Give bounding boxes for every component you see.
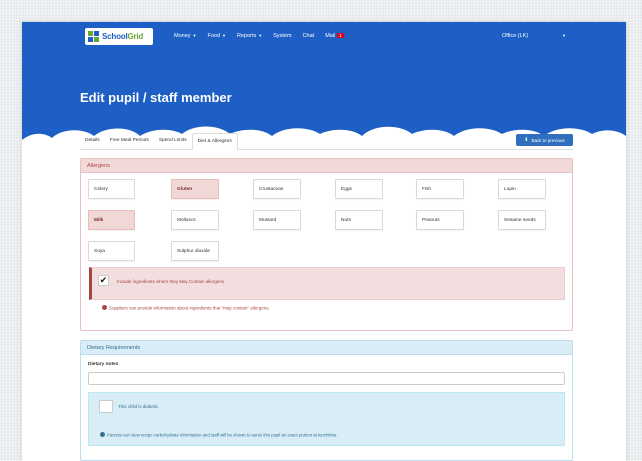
info-icon (102, 305, 107, 310)
allergen-chip-sulphur-dioxide[interactable]: Sulphur dioxide (171, 241, 219, 261)
info-icon: ⬇ (524, 137, 529, 143)
nav-system-label: System (273, 33, 292, 39)
checkmark-icon: ✔ (99, 275, 108, 285)
supplier-note: Suppliers can provide information about … (102, 305, 270, 311)
tab-spend-limits[interactable]: Spend Limits (154, 133, 192, 150)
user-menu[interactable]: Office (LK) (502, 22, 528, 50)
diabetic-info-box (88, 392, 565, 446)
user-menu-label: Office (LK) (502, 33, 529, 39)
nav-chat-label: Chat (302, 33, 315, 39)
nav-mail-label: Mail (325, 33, 336, 39)
schoolgrid-logo-icon (88, 31, 99, 42)
diabetic-label: This child is diabetic (118, 404, 159, 409)
allergen-chip-molluscs[interactable]: Molluscs (171, 210, 219, 230)
nav-chat[interactable]: Chat (303, 33, 315, 39)
tab-details[interactable]: Details (80, 133, 105, 150)
may-contain-checkbox[interactable]: ✔ (98, 275, 109, 286)
allergen-chip-peanuts[interactable]: Peanuts (416, 210, 464, 230)
diabetic-note: Parents can view recipe carbohydrate inf… (100, 432, 338, 438)
info-icon (100, 432, 105, 437)
nav-food[interactable]: Food ▼ (207, 33, 226, 39)
allergen-chip-crustaceas[interactable]: Crustaceas (253, 179, 301, 199)
dietary-notes-label: Dietary notes (88, 362, 119, 367)
back-button-label: Back to previous (531, 137, 565, 143)
allergen-chip-celery[interactable]: Celery (88, 179, 135, 199)
schoolgrid-logo[interactable]: SchoolGrid (85, 28, 153, 45)
allergen-chip-fish[interactable]: Fish (416, 179, 464, 199)
allergen-chip-sesame-seeds[interactable]: Sesame seeds (498, 210, 546, 230)
chevron-down-icon: ▼ (222, 33, 226, 38)
back-to-previous-button[interactable]: ⬇ Back to previous (516, 134, 573, 146)
allergen-chip-mustard[interactable]: Mustard (253, 210, 301, 230)
tab-free-meal-periods[interactable]: Free Meal Periods (105, 133, 154, 150)
tab-diet-allergens[interactable]: Diet & Allergens (191, 133, 238, 150)
dietary-notes-input[interactable] (88, 372, 565, 385)
logo-grid: Grid (127, 32, 144, 41)
logo-text: SchoolGrid (102, 32, 143, 41)
logo-school: School (102, 32, 128, 41)
nav-system[interactable]: System (273, 33, 291, 39)
mail-count-badge: 1 (337, 33, 344, 39)
nav-mail[interactable]: Mail 1 (325, 33, 344, 39)
chevron-down-icon[interactable]: ▼ (562, 33, 566, 38)
allergen-chip-lupin[interactable]: Lupin (498, 179, 546, 199)
nav-reports[interactable]: Reports ▼ (237, 33, 262, 39)
nav-food-label: Food (207, 33, 221, 39)
nav-reports-label: Reports (237, 33, 257, 39)
supplier-note-text: Suppliers can provide information about … (109, 305, 270, 311)
allergen-chip-milk[interactable]: Milk (88, 210, 135, 230)
may-contain-label: Include ingredients where they May Conta… (117, 279, 226, 284)
allergen-chip-gluten[interactable]: Gluten (171, 179, 219, 199)
nav-money[interactable]: Money ▼ (174, 33, 196, 39)
top-navbar: SchoolGrid Money ▼ Food ▼ Reports ▼ System … (22, 22, 626, 50)
diabetic-checkbox[interactable] (99, 400, 113, 413)
app-window: SchoolGrid Money ▼ Food ▼ Reports ▼ System … (22, 22, 626, 461)
page-title: Edit pupil / staff member (80, 90, 232, 105)
allergens-panel-title: Allergens (81, 159, 572, 173)
chevron-down-icon: ▼ (192, 33, 197, 38)
main-menu: Money ▼ Food ▼ Reports ▼ System Chat Mail 1 (174, 22, 355, 50)
dietary-panel-title: Dietary Requirements (81, 341, 572, 355)
allergen-chip-nuts[interactable]: Nuts (335, 210, 383, 230)
diabetic-note-text: Parents can view recipe carbohydrate inf… (107, 432, 338, 438)
allergen-chip-eggs[interactable]: Eggs (335, 179, 383, 199)
chevron-down-icon: ▼ (258, 33, 263, 38)
edit-tabs: Details Free Meal Periods Spend Limits D… (80, 133, 573, 150)
nav-money-label: Money (174, 33, 191, 39)
allergen-chip-soya[interactable]: Soya (88, 241, 135, 261)
